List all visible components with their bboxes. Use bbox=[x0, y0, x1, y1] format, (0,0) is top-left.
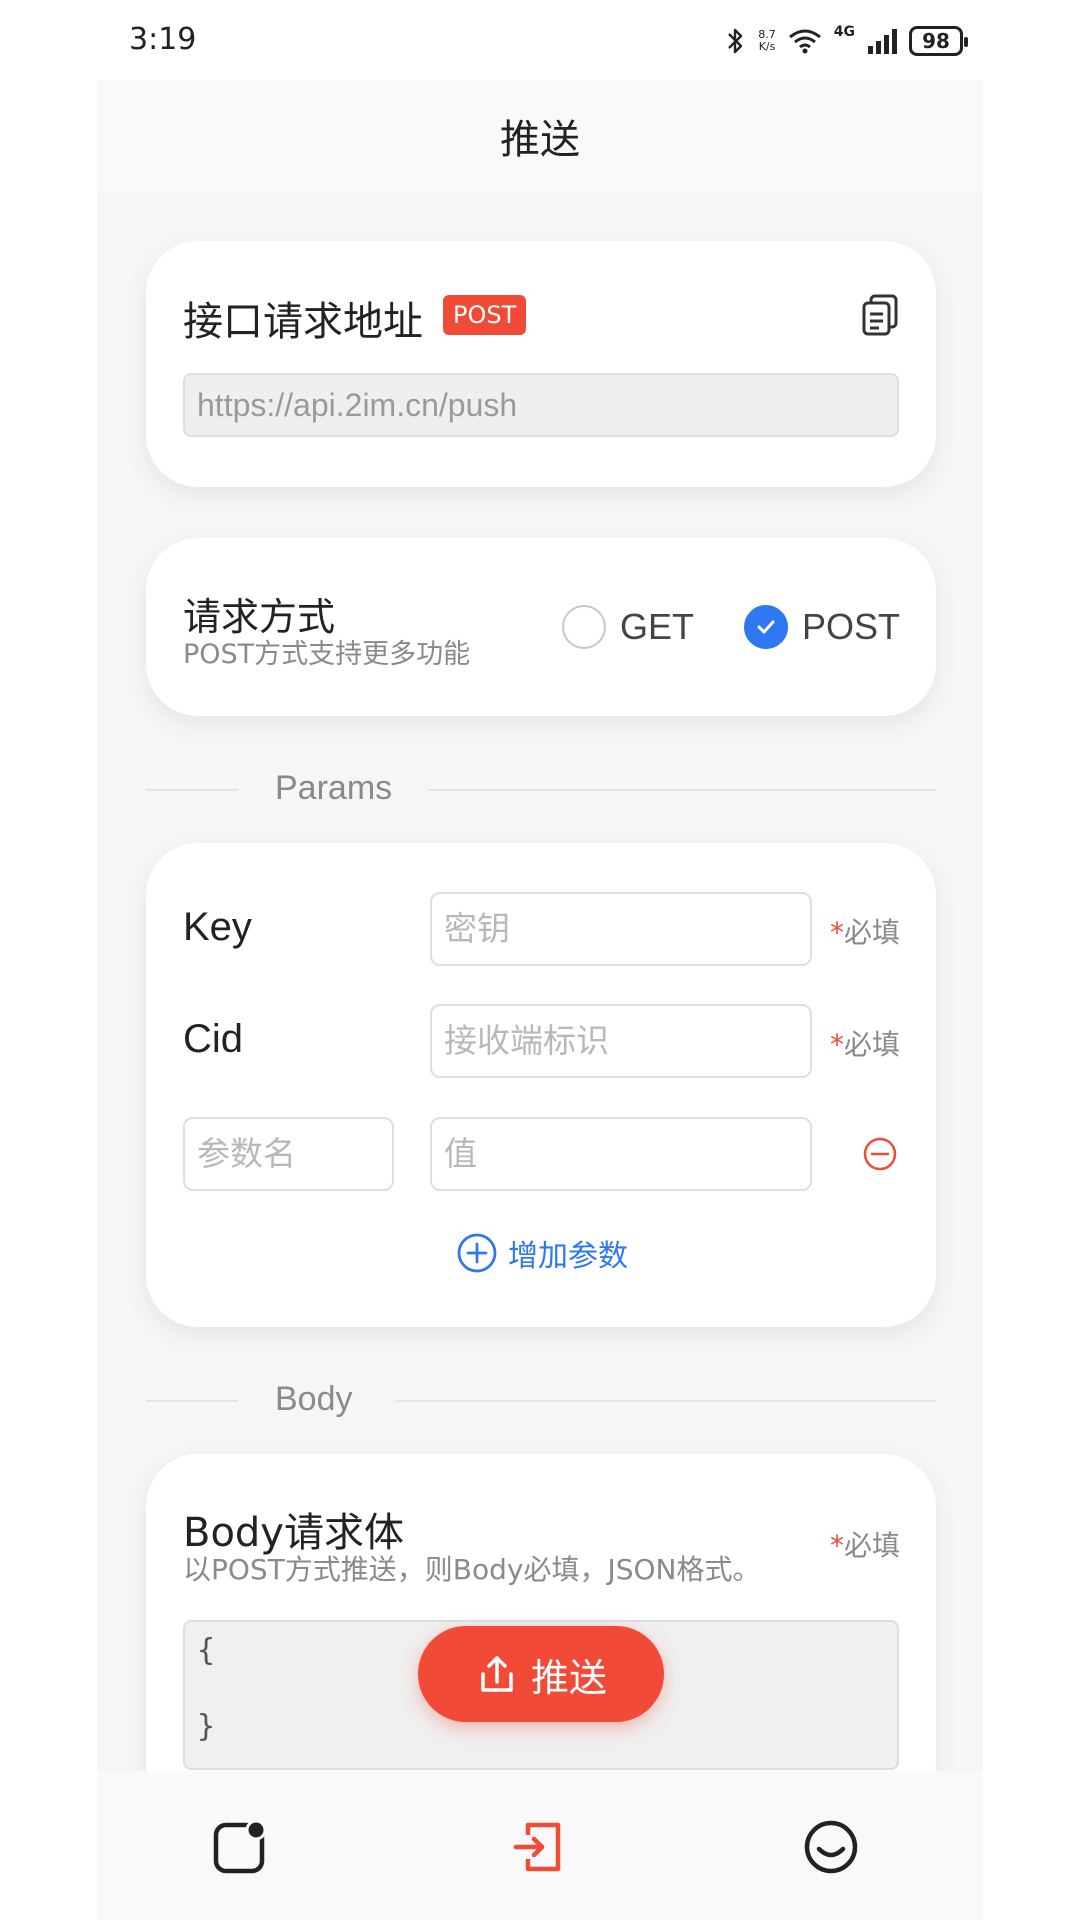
network-type: 4G bbox=[833, 24, 855, 40]
bluetooth-icon bbox=[728, 28, 743, 54]
status-time: 3:19 bbox=[129, 22, 197, 57]
method-badge: POST bbox=[443, 295, 527, 335]
radio-post[interactable] bbox=[743, 605, 788, 649]
param-value-input[interactable]: 值 bbox=[430, 1117, 812, 1191]
body-subtitle: 以POST方式推送，则Body必填，JSON格式。 bbox=[183, 1553, 761, 1586]
method-radio-group: GET POST bbox=[561, 605, 900, 649]
radio-get[interactable] bbox=[561, 605, 606, 649]
key-label: Key bbox=[183, 905, 252, 949]
status-bar: 3:19 8.7 K/s 4G 98 bbox=[97, 0, 983, 80]
plus-circle-icon bbox=[457, 1233, 497, 1273]
radio-post-label[interactable]: POST bbox=[802, 606, 900, 648]
body-required: *必填 bbox=[829, 1529, 900, 1562]
upload-icon bbox=[481, 1656, 513, 1692]
params-divider: Params bbox=[146, 769, 936, 809]
cid-label: Cid bbox=[183, 1017, 244, 1061]
add-param-button[interactable]: 增加参数 bbox=[456, 1231, 628, 1275]
body-divider: Body bbox=[146, 1380, 936, 1420]
url-field[interactable]: https://api.2im.cn/push bbox=[183, 373, 899, 437]
smile-icon[interactable] bbox=[803, 1819, 859, 1875]
body-section-label: Body bbox=[275, 1380, 353, 1418]
params-section-label: Params bbox=[275, 769, 393, 807]
push-button-label: 推送 bbox=[530, 1655, 607, 1700]
login-icon[interactable] bbox=[512, 1819, 568, 1875]
wifi-icon bbox=[788, 29, 821, 54]
copy-icon[interactable] bbox=[860, 293, 900, 337]
bottom-nav bbox=[97, 1771, 983, 1920]
method-card: 请求方式 POST方式支持更多功能 GET POST bbox=[146, 538, 936, 716]
check-icon bbox=[757, 620, 775, 634]
net-speed: 8.7 K/s bbox=[758, 29, 776, 53]
cid-input[interactable]: 接收端标识 bbox=[430, 1004, 812, 1078]
key-required: *必填 bbox=[829, 916, 900, 949]
radio-get-label[interactable]: GET bbox=[620, 606, 694, 648]
notification-square-icon[interactable] bbox=[212, 1819, 268, 1875]
minus-circle-icon[interactable] bbox=[862, 1136, 898, 1172]
method-subtitle: POST方式支持更多功能 bbox=[183, 639, 471, 670]
status-icons: 8.7 K/s 4G 98 bbox=[726, 24, 968, 58]
signal-icon bbox=[868, 29, 897, 54]
app-header: 推送 bbox=[97, 80, 983, 192]
param-name-input[interactable]: 参数名 bbox=[183, 1117, 394, 1191]
url-card-title: 接口请求地址 bbox=[183, 299, 423, 345]
battery-indicator: 98 bbox=[909, 26, 968, 56]
phone-screen: 3:19 8.7 K/s 4G 98 推送 接口请求地址 POST https:… bbox=[97, 0, 983, 1920]
push-button[interactable]: 推送 bbox=[418, 1626, 664, 1722]
net-speed-unit: K/s bbox=[758, 40, 776, 53]
add-param-label: 增加参数 bbox=[508, 1239, 628, 1274]
params-card: Key 密钥 *必填 Cid 接收端标识 *必填 参数名 值 增加参数 bbox=[146, 843, 936, 1327]
url-card: 接口请求地址 POST https://api.2im.cn/push bbox=[146, 241, 936, 487]
cid-required: *必填 bbox=[829, 1028, 900, 1061]
key-input[interactable]: 密钥 bbox=[430, 892, 812, 966]
page-title: 推送 bbox=[500, 117, 580, 163]
